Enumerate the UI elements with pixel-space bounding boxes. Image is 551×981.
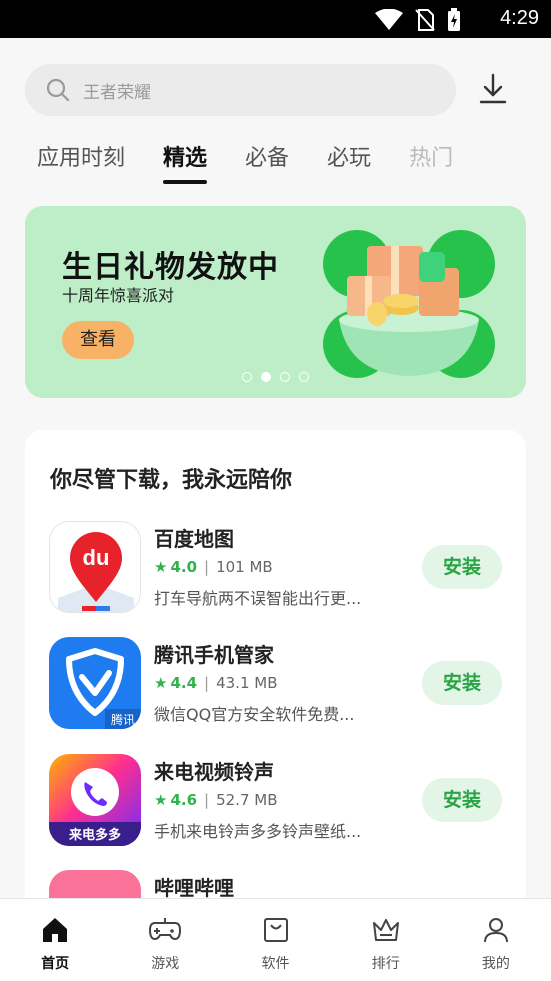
page-dot (242, 372, 252, 382)
list-item-tencent-manager[interactable]: 腾讯 腾讯手机管家 ★ 4.4 | 43.1 MB 微信QQ官方安全软件免费..… (49, 637, 509, 729)
app-icon-text: 来电多多 (68, 827, 121, 843)
app-size: 52.7 MB (216, 791, 278, 809)
download-icon[interactable] (474, 70, 512, 108)
gamepad-icon (149, 918, 182, 941)
app-size: 43.1 MB (216, 674, 278, 692)
svg-text:du: du (83, 545, 110, 570)
home-icon (43, 918, 68, 942)
banner-view-button[interactable]: 查看 (62, 321, 134, 359)
phone-app-icon: 来电多多 (49, 754, 141, 846)
category-tabs: 应用时刻 精选 必备 必玩 热门 (37, 142, 491, 186)
nav-label: 软件 (261, 956, 290, 972)
section-heading: 你尽管下载，我永远陪你 (50, 468, 293, 493)
search-icon (46, 78, 70, 102)
app-size: 101 MB (216, 558, 273, 576)
app-icon-text: 腾讯 (111, 712, 135, 727)
app-meta: ★ 4.6 | 52.7 MB (154, 791, 278, 809)
page-dot-active (261, 372, 271, 382)
tab-popular[interactable]: 热门 (409, 142, 453, 186)
tab-app-moments[interactable]: 应用时刻 (37, 142, 125, 186)
meta-divider: | (204, 791, 210, 809)
status-icons (375, 8, 461, 32)
tab-featured[interactable]: 精选 (163, 142, 208, 186)
promo-banner[interactable]: 生日礼物发放中 十周年惊喜派对 查看 (25, 206, 526, 398)
gift-bowl-illustration (323, 230, 495, 378)
home-screen: 王者荣耀 应用时刻 精选 必备 必玩 热门 生日礼物发放中 十周年惊喜派对 查看 (0, 38, 551, 962)
star-icon: ★ (154, 558, 168, 576)
banner-subtitle: 十周年惊喜派对 (62, 286, 175, 305)
nav-home[interactable]: 首页 (0, 899, 110, 981)
tab-must-play[interactable]: 必玩 (327, 142, 371, 186)
meta-divider: | (204, 674, 210, 692)
app-description: 微信QQ官方安全软件免费... (154, 705, 355, 724)
install-button[interactable]: 安装 (422, 545, 502, 589)
nav-me[interactable]: 我的 (441, 899, 551, 981)
shield-app-icon: 腾讯 (49, 637, 141, 729)
crown-icon (372, 919, 399, 941)
app-meta: ★ 4.4 | 43.1 MB (154, 674, 278, 692)
app-name: 腾讯手机管家 (154, 643, 274, 667)
app-rating: 4.6 (170, 791, 198, 809)
recommend-card: 你尽管下载，我永远陪你 du 百度地图 ★ 4.0 | 101 MB 打车导航两… (25, 430, 526, 962)
app-description: 打车导航两不误智能出行更... (154, 589, 362, 608)
star-icon: ★ (154, 791, 168, 809)
install-button[interactable]: 安装 (422, 661, 502, 705)
status-bar: 4:29 (0, 0, 551, 38)
star-icon: ★ (154, 674, 168, 692)
no-sim-icon (415, 9, 435, 31)
page-dot (280, 372, 290, 382)
nav-label: 排行 (371, 956, 400, 972)
search-placeholder: 王者荣耀 (83, 83, 151, 103)
app-description: 手机来电铃声多多铃声壁纸... (154, 822, 362, 841)
app-meta: ★ 4.0 | 101 MB (154, 558, 273, 576)
app-name: 哔哩哔哩 (154, 876, 234, 900)
battery-icon (448, 8, 460, 31)
meta-divider: | (204, 558, 210, 576)
app-name: 百度地图 (154, 527, 234, 551)
nav-games[interactable]: 游戏 (110, 899, 220, 981)
person-icon (483, 918, 508, 943)
nav-software[interactable]: 软件 (220, 899, 330, 981)
nav-label: 游戏 (151, 956, 180, 972)
install-button[interactable]: 安装 (422, 778, 502, 822)
list-item-baidu-map[interactable]: du 百度地图 ★ 4.0 | 101 MB 打车导航两不误智能出行更... 安… (49, 521, 509, 613)
app-rating: 4.0 (170, 558, 198, 576)
wifi-icon (375, 9, 403, 30)
bottom-nav: 首页 游戏 软件 排行 我的 (0, 898, 551, 981)
nav-label: 首页 (41, 956, 70, 972)
status-time: 4:29 (500, 7, 539, 29)
search-bar[interactable]: 王者荣耀 (25, 64, 456, 116)
nav-ranking[interactable]: 排行 (331, 899, 441, 981)
list-item-ringtone[interactable]: 来电多多 来电视频铃声 ★ 4.6 | 52.7 MB 手机来电铃声多多铃声壁纸… (49, 754, 509, 846)
app-name: 来电视频铃声 (154, 760, 274, 784)
banner-pagination (242, 372, 309, 382)
app-rating: 4.4 (170, 674, 198, 692)
page-dot (299, 372, 309, 382)
bag-icon (263, 918, 288, 942)
banner-title: 生日礼物发放中 (62, 250, 279, 285)
nav-label: 我的 (481, 956, 510, 972)
baidu-map-app-icon: du (49, 521, 141, 613)
tab-essentials[interactable]: 必备 (245, 142, 289, 186)
